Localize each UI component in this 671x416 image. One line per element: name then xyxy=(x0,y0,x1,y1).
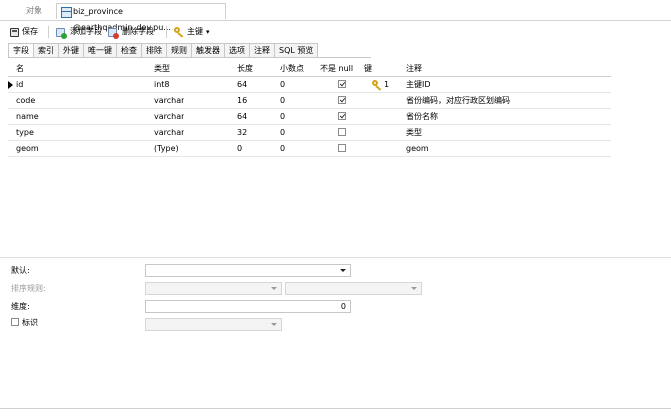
column-header-type[interactable]: 类型 xyxy=(154,62,170,76)
toolbar: 保存 添加字段 删除字段 主键 ▾ xyxy=(0,22,671,42)
cell-decimals[interactable]: 0 xyxy=(280,77,285,92)
identity-checkbox[interactable] xyxy=(11,318,19,326)
primary-key-icon xyxy=(372,80,382,90)
key-icon xyxy=(174,27,184,37)
table-row[interactable]: code varchar 16 0 省份编码，对应行政区划编码 xyxy=(8,93,611,109)
cell-comment[interactable]: 省份名称 xyxy=(406,109,438,124)
collation-secondary-select[interactable] xyxy=(285,282,422,295)
cell-name[interactable]: geom xyxy=(16,141,39,156)
column-header-decimals[interactable]: 小数点 xyxy=(280,62,304,76)
cell-comment[interactable]: 主键ID xyxy=(406,77,431,92)
column-header-comment[interactable]: 注释 xyxy=(406,62,422,76)
chevron-down-icon xyxy=(271,287,277,290)
cell-key[interactable]: 1 xyxy=(384,77,389,92)
chevron-down-icon xyxy=(271,323,277,326)
delete-field-label: 删除字段 xyxy=(122,27,154,36)
editor-tab-bar: 字段 索引 外键 唯一键 检查 排除 规则 触发器 选项 注释 SQL 预览 xyxy=(8,43,319,58)
grid-header: 名 类型 长度 小数点 不是 null 键 注释 xyxy=(8,62,611,77)
table-row[interactable]: name varchar 64 0 省份名称 xyxy=(8,109,611,125)
cell-length[interactable]: 64 xyxy=(237,109,247,124)
dimension-label: 维度: xyxy=(11,302,30,311)
cell-type[interactable]: varchar xyxy=(154,125,184,140)
not-null-checkbox[interactable] xyxy=(338,128,346,136)
add-field-label: 添加字段 xyxy=(70,27,102,36)
tab-table-design[interactable]: biz_province @earthqadmin_dev.pu... xyxy=(56,3,226,32)
save-button[interactable]: 保存 xyxy=(10,25,38,39)
cell-decimals[interactable]: 0 xyxy=(280,125,285,140)
editor-tab[interactable]: 索引 xyxy=(33,43,58,58)
table-icon xyxy=(61,7,72,18)
cell-name[interactable]: id xyxy=(16,77,23,92)
toolbar-divider xyxy=(166,26,167,38)
cell-decimals[interactable]: 0 xyxy=(280,109,285,124)
editor-tab[interactable]: 注释 xyxy=(249,43,274,58)
not-null-checkbox[interactable] xyxy=(338,80,346,88)
save-icon xyxy=(10,27,19,37)
collation-select[interactable] xyxy=(145,282,282,295)
column-header-name[interactable]: 名 xyxy=(16,62,24,76)
toolbar-divider xyxy=(48,26,49,38)
column-header-key[interactable]: 键 xyxy=(364,62,372,76)
dimension-value: 0 xyxy=(340,302,346,311)
editor-tab[interactable]: 排除 xyxy=(141,43,166,58)
not-null-checkbox[interactable] xyxy=(338,96,346,104)
cell-type[interactable]: varchar xyxy=(154,109,184,124)
primary-key-button[interactable]: 主键 ▾ xyxy=(174,25,210,39)
cell-type[interactable]: int8 xyxy=(154,77,170,92)
collation-label: 排序规则: xyxy=(11,284,46,293)
cell-type[interactable]: (Type) xyxy=(154,141,179,156)
delete-field-icon xyxy=(108,27,119,39)
current-row-indicator-icon xyxy=(8,81,13,89)
editor-tab[interactable]: 选项 xyxy=(224,43,249,58)
identity-label: 标识 xyxy=(22,318,38,327)
editor-tab-divider xyxy=(8,57,371,58)
editor-tab[interactable]: 外键 xyxy=(58,43,83,58)
cell-length[interactable]: 64 xyxy=(237,77,247,92)
cell-decimals[interactable]: 0 xyxy=(280,93,285,108)
add-field-button[interactable]: 添加字段 xyxy=(56,25,102,39)
chevron-down-icon xyxy=(340,269,346,272)
primary-key-label: 主键 xyxy=(187,27,203,36)
editor-tab[interactable]: 规则 xyxy=(166,43,191,58)
document-tab-bar: 对象 biz_province @earthqadmin_dev.pu... xyxy=(0,0,671,32)
column-header-not-null[interactable]: 不是 null xyxy=(320,62,353,76)
delete-field-button[interactable]: 删除字段 xyxy=(108,25,154,39)
save-label: 保存 xyxy=(22,27,38,36)
cell-length[interactable]: 0 xyxy=(237,141,242,156)
status-divider xyxy=(0,408,671,409)
identity-select[interactable] xyxy=(145,318,282,331)
panel-splitter[interactable] xyxy=(0,257,671,258)
table-row[interactable]: id int8 64 0 主键ID 1 xyxy=(8,77,611,93)
table-row[interactable]: type varchar 32 0 类型 xyxy=(8,125,611,141)
cell-comment[interactable]: geom xyxy=(406,141,429,156)
cell-decimals[interactable]: 0 xyxy=(280,141,285,156)
table-row[interactable]: geom (Type) 0 0 geom xyxy=(8,141,611,157)
editor-tab[interactable]: SQL 预览 xyxy=(274,43,319,58)
chevron-down-icon xyxy=(411,287,417,290)
tab-objects[interactable]: 对象 xyxy=(16,3,52,19)
field-grid: 名 类型 长度 小数点 不是 null 键 注释 id int8 64 0 主键ID 1 c… xyxy=(8,62,611,157)
chevron-down-icon[interactable]: ▾ xyxy=(206,25,210,39)
cell-length[interactable]: 16 xyxy=(237,93,247,108)
editor-tab[interactable]: 字段 xyxy=(8,43,33,58)
not-null-checkbox[interactable] xyxy=(338,112,346,120)
editor-tab[interactable]: 唯一键 xyxy=(83,43,116,58)
default-select[interactable] xyxy=(145,264,351,277)
editor-tab[interactable]: 检查 xyxy=(116,43,141,58)
cell-type[interactable]: varchar xyxy=(154,93,184,108)
dimension-input[interactable]: 0 xyxy=(145,300,351,313)
cell-name[interactable]: type xyxy=(16,125,34,140)
cell-name[interactable]: code xyxy=(16,93,35,108)
add-field-icon xyxy=(56,27,67,39)
cell-comment[interactable]: 类型 xyxy=(406,125,422,140)
cell-comment[interactable]: 省份编码，对应行政区划编码 xyxy=(406,93,510,108)
not-null-checkbox[interactable] xyxy=(338,144,346,152)
cell-length[interactable]: 32 xyxy=(237,125,247,140)
grid-body: id int8 64 0 主键ID 1 code varchar 16 0 省份编码，对应行政区划编… xyxy=(8,77,611,157)
cell-name[interactable]: name xyxy=(16,109,39,124)
default-label: 默认: xyxy=(11,266,30,275)
editor-tab[interactable]: 触发器 xyxy=(191,43,224,58)
column-header-length[interactable]: 长度 xyxy=(237,62,253,76)
